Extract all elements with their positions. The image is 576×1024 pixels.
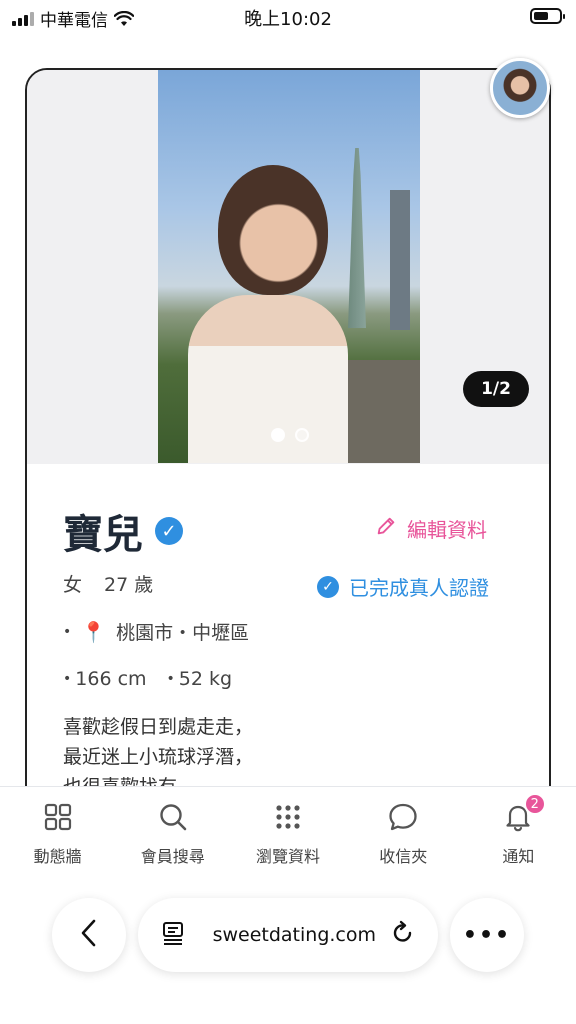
location-row: • 📍 桃園市・中壢區	[63, 619, 250, 645]
address-bar[interactable]: sweetdating.com	[138, 898, 438, 972]
certified-label: 已完成真人認證	[349, 576, 489, 600]
reload-icon[interactable]	[390, 920, 416, 950]
back-button[interactable]	[52, 898, 126, 972]
weight: 52 kg	[178, 668, 233, 690]
location-text: 桃園市・中壢區	[116, 622, 250, 644]
nav-item-browse[interactable]: 瀏覽資料	[230, 787, 345, 882]
bottom-nav: 動態牆 會員搜尋 瀏覽資料 收信夾 2 通知	[0, 786, 576, 882]
location-pin-icon: 📍	[81, 619, 107, 644]
pencil-icon	[375, 515, 397, 542]
nav-label: 動態牆	[33, 847, 82, 866]
browser-toolbar: sweetdating.com •••	[0, 882, 576, 1024]
carousel-dot-active[interactable]	[271, 428, 285, 442]
status-time: 晚上10:02	[244, 9, 332, 30]
carousel-dot[interactable]	[295, 428, 309, 442]
photo-carousel[interactable]: 1/2	[27, 70, 549, 464]
gender-age: 女 27 歲	[63, 570, 153, 597]
real-person-certified: ✓ 已完成真人認證	[317, 572, 489, 601]
more-options-button[interactable]: •••	[450, 898, 524, 972]
user-avatar[interactable]	[490, 58, 550, 118]
body-stats: • 166 cm • 52 kg	[63, 668, 233, 690]
profile-card: 1/2 寶兒 ✓ 編輯資料 女 27 歲 ✓ 已完成真人認證 • 📍 桃園市・中…	[25, 68, 551, 828]
chat-bubble-icon	[387, 801, 419, 833]
notification-badge: 2	[523, 793, 546, 815]
nav-item-notifications[interactable]: 2 通知	[461, 787, 576, 882]
grid-icon	[42, 801, 74, 833]
verified-badge-icon: ✓	[155, 517, 183, 545]
carousel-dots	[27, 428, 549, 442]
profile-name: 寶兒	[63, 512, 143, 558]
nav-item-feed[interactable]: 動態牆	[0, 787, 115, 882]
name-row: 寶兒 ✓	[63, 502, 183, 560]
dots-grid-icon	[272, 801, 304, 833]
ellipsis-icon: •••	[462, 922, 512, 948]
height: 166 cm	[75, 668, 147, 690]
check-circle-icon: ✓	[317, 575, 339, 598]
status-bar: 中華電信 晚上10:02	[0, 0, 576, 34]
url-text: sweetdating.com	[212, 924, 376, 946]
gender: 女	[63, 574, 83, 596]
nav-label: 收信夾	[379, 847, 428, 866]
nav-label: 通知	[502, 847, 535, 866]
edit-profile-label: 編輯資料	[407, 518, 487, 542]
chevron-left-icon	[78, 918, 100, 952]
nav-label: 會員搜尋	[140, 847, 205, 866]
profile-photo[interactable]	[158, 70, 420, 463]
reader-mode-icon[interactable]	[160, 920, 186, 950]
nav-item-inbox[interactable]: 收信夾	[346, 787, 461, 882]
nav-item-search[interactable]: 會員搜尋	[115, 787, 230, 882]
nav-label: 瀏覽資料	[256, 847, 321, 866]
age: 27 歲	[104, 574, 154, 596]
edit-profile-button[interactable]: 編輯資料	[375, 514, 487, 543]
photo-counter: 1/2	[463, 371, 529, 407]
battery-icon	[530, 8, 565, 24]
search-icon	[157, 801, 189, 833]
